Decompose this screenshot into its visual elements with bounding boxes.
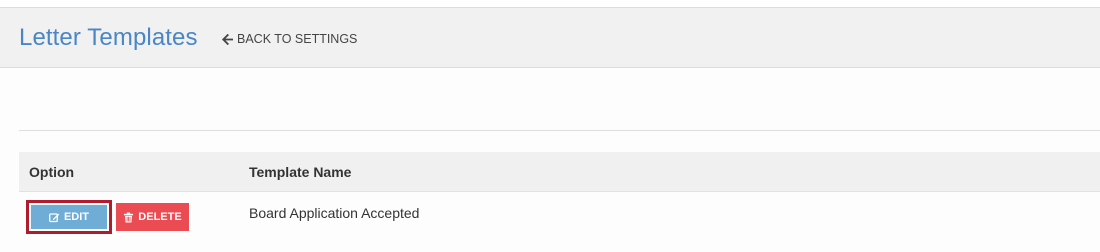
trash-icon bbox=[124, 212, 134, 222]
arrow-left-icon bbox=[222, 33, 233, 45]
page-header: Letter Templates BACK TO SETTINGS bbox=[0, 7, 1100, 68]
main-content: Option Template Name EDIT DELETE Board A… bbox=[0, 69, 1100, 252]
back-to-settings-link[interactable]: BACK TO SETTINGS bbox=[222, 32, 357, 46]
templates-table: Option Template Name EDIT DELETE Board A… bbox=[19, 152, 1100, 237]
column-header-option: Option bbox=[29, 164, 75, 180]
delete-button[interactable]: DELETE bbox=[116, 203, 189, 231]
column-header-template-name: Template Name bbox=[249, 164, 352, 180]
edit-button-label: EDIT bbox=[63, 211, 90, 223]
section-divider bbox=[19, 130, 1100, 131]
table-header: Option Template Name bbox=[19, 152, 1100, 192]
delete-button-label: DELETE bbox=[138, 211, 182, 223]
edit-button[interactable]: EDIT bbox=[26, 200, 112, 234]
table-row: EDIT DELETE Board Application Accepted bbox=[19, 192, 1100, 237]
page: Letter Templates BACK TO SETTINGS Option… bbox=[0, 0, 1100, 252]
edit-icon bbox=[49, 212, 60, 222]
back-to-settings-label: BACK TO SETTINGS bbox=[237, 32, 358, 46]
page-title: Letter Templates bbox=[19, 24, 198, 51]
template-name-cell: Board Application Accepted bbox=[249, 205, 420, 221]
